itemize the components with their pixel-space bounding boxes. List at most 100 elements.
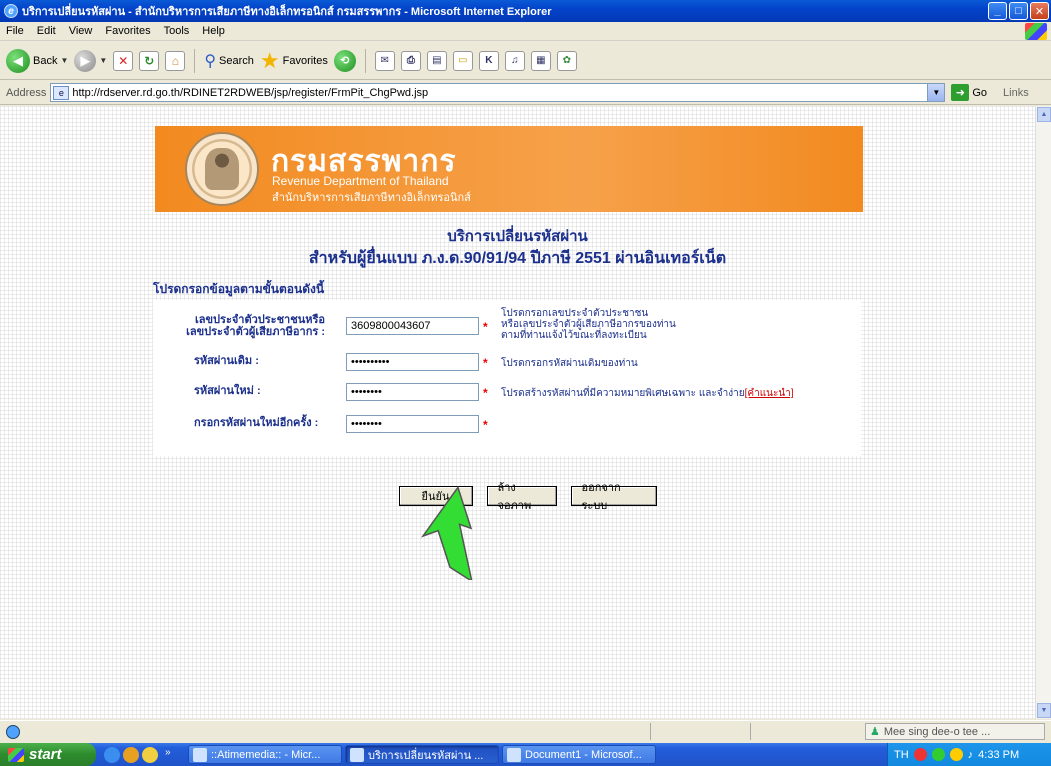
taskbar-item-label: ::Atimemedia:: - Micr... (211, 748, 321, 761)
required-mark: * (483, 418, 488, 432)
vertical-scrollbar[interactable]: ▲ ▼ (1035, 106, 1051, 719)
page-status-icon (6, 724, 20, 739)
page-content: กรมสรรพากร Revenue Department of Thailan… (0, 106, 1035, 719)
ie-icon (193, 747, 207, 762)
address-input[interactable]: e http://rdserver.rd.go.th/RDINET2RDWEB/… (50, 83, 946, 102)
menu-favorites[interactable]: Favorites (105, 25, 150, 37)
advice-link[interactable]: [คำแนะนำ] (745, 388, 794, 399)
go-button[interactable]: ➜ Go (951, 84, 987, 101)
media-quicklaunch-icon[interactable] (123, 746, 139, 763)
system-tray: TH ♪ 4:33 PM (887, 743, 1051, 766)
chevron-down-icon: ▼ (60, 56, 69, 65)
new-password-hint: โปรดสร้างรหัสผ่านที่มีความหมายพิเศษเฉพาะ… (501, 388, 861, 399)
menu-help[interactable]: Help (202, 25, 225, 37)
instruction-text: โปรดกรอกข้อมูลตามขั้นตอนดังนี้ (153, 282, 325, 296)
ie-quicklaunch-icon[interactable] (104, 746, 120, 763)
volume-icon[interactable]: ♪ (968, 749, 974, 761)
id-hint-line3: ตามที่ท่านแจ้งไว้ขณะที่ลงทะเบียน (501, 330, 647, 341)
search-icon: ⚲ (204, 52, 217, 70)
clock[interactable]: 4:33 PM (978, 749, 1019, 761)
old-password-label: รหัสผ่านเดิม : (194, 355, 259, 367)
taskbar-item[interactable]: ::Atimemedia:: - Micr... (188, 745, 342, 764)
taskbar-item[interactable]: Document1 - Microsof... (502, 745, 656, 764)
close-button[interactable]: ✕ (1030, 2, 1049, 20)
seal-emblem (205, 148, 239, 190)
refresh-icon[interactable]: ↻ (139, 50, 160, 71)
address-bar: Address e http://rdserver.rd.go.th/RDINE… (0, 81, 1051, 105)
back-button[interactable]: ◀ Back ▼ (6, 48, 68, 74)
folder-icon[interactable]: ▭ (452, 50, 473, 71)
search-label: Search (219, 54, 254, 67)
menu-bar: File Edit View Favorites Tools Help (0, 22, 1051, 41)
maximize-button[interactable]: □ (1009, 2, 1028, 20)
start-label: start (29, 746, 62, 763)
forward-button[interactable]: ▶ ▼ (74, 48, 107, 74)
mail-icon[interactable]: ✉ (374, 50, 395, 71)
new-password-hint-text: โปรดสร้างรหัสผ่านที่มีความหมายพิเศษเฉพาะ… (501, 388, 745, 399)
search-button[interactable]: ⚲ Search (204, 48, 254, 74)
favorites-button[interactable]: ★ Favorites (260, 48, 328, 74)
old-password-input[interactable]: •••••••••• (346, 353, 479, 371)
confirm-password-input[interactable]: •••••••• (346, 415, 479, 433)
window-title: บริการเปลี่ยนรหัสผ่าน - สำนักบริหารการเส… (22, 6, 552, 18)
tray-app-icon[interactable] (949, 748, 963, 761)
logout-button[interactable]: ออกจากระบบ (570, 482, 657, 512)
revenue-department-seal-icon (185, 132, 259, 206)
tray-app-icon[interactable] (913, 748, 927, 761)
toolbar-extension-icon[interactable]: ▦ (530, 50, 551, 71)
old-password-hint: โปรดกรอกรหัสผ่านเดิมของท่าน (501, 358, 638, 369)
clear-screen-button[interactable]: ล้างจอภาพ (486, 482, 557, 512)
menu-tools[interactable]: Tools (164, 25, 190, 37)
change-password-form: เลขประจำตัวประชาชนหรือ เลขประจำตัวผู้เสี… (153, 300, 861, 456)
edit-icon[interactable]: ▤ (426, 50, 447, 71)
status-zone-text: Mee sing dee-o tee ... (883, 725, 991, 738)
print-icon[interactable]: ⎙ (400, 50, 421, 71)
pointer-arrow-icon (420, 485, 473, 580)
messenger-icon[interactable]: ✿ (556, 50, 577, 71)
go-arrow-icon: ➜ (951, 84, 970, 101)
start-button[interactable]: start (0, 743, 96, 766)
links-label[interactable]: Links (1003, 87, 1029, 99)
ie-icon (350, 747, 364, 762)
favorites-label: Favorites (282, 54, 328, 67)
toolbar-extension-icon[interactable]: ♫ (504, 50, 525, 71)
form-buttons: ยืนยัน ล้างจอภาพ ออกจากระบบ (0, 482, 1035, 512)
windows-flag-icon (8, 747, 24, 762)
menu-file[interactable]: File (6, 25, 24, 37)
menu-edit[interactable]: Edit (37, 25, 56, 37)
new-password-input[interactable]: •••••••• (346, 383, 479, 401)
banner-title-en: Revenue Department of Thailand (272, 174, 449, 188)
history-icon[interactable]: ⟲ (333, 49, 356, 72)
stop-icon[interactable]: ✕ (113, 50, 134, 71)
scroll-up-icon[interactable]: ▲ (1037, 107, 1051, 122)
chevron-down-icon: ▼ (99, 56, 108, 65)
tray-messenger-icon[interactable] (931, 748, 945, 761)
banner-subtitle-th: สำนักบริหารการเสียภาษีทางอิเล็กทรอนิกส์ (272, 192, 471, 204)
id-label: เลขประจำตัวประชาชนหรือ เลขประจำตัวผู้เสี… (173, 314, 325, 338)
id-number-input[interactable]: 3609800043607 (346, 317, 479, 335)
minimize-button[interactable]: _ (988, 2, 1007, 20)
forward-arrow-icon: ▶ (74, 49, 97, 72)
chevron-down-icon[interactable]: ▼ (927, 84, 945, 101)
required-mark: * (483, 356, 488, 370)
window-controls: _ □ ✕ (988, 2, 1049, 20)
app-quicklaunch-icon[interactable] (142, 746, 158, 763)
taskbar-item-active[interactable]: บริการเปลี่ยนรหัสผ่าน ... (345, 745, 499, 764)
status-bar: ♟ Mee sing dee-o tee ... (0, 720, 1051, 742)
page-title: บริการเปลี่ยนรหัสผ่าน (447, 228, 588, 245)
tray-language[interactable]: TH (894, 749, 909, 761)
menu-view[interactable]: View (69, 25, 93, 37)
address-label: Address (6, 86, 47, 99)
id-hint-line1: โปรดกรอกเลขประจำตัวประชาชน (501, 308, 649, 319)
chevron-more-icon[interactable]: » (165, 747, 181, 763)
address-url: http://rdserver.rd.go.th/RDINET2RDWEB/js… (72, 86, 429, 99)
ie-icon: e (4, 4, 18, 18)
taskbar-item-label: Document1 - Microsof... (525, 748, 642, 761)
toolbar-extension-icon[interactable]: K (478, 50, 499, 71)
toolbar-separator (194, 48, 196, 73)
windows-logo-icon (1025, 23, 1047, 40)
scroll-down-icon[interactable]: ▼ (1037, 703, 1051, 718)
home-icon[interactable]: ⌂ (165, 50, 186, 71)
go-label: Go (972, 86, 988, 99)
new-password-label: รหัสผ่านใหม่ : (194, 385, 261, 397)
